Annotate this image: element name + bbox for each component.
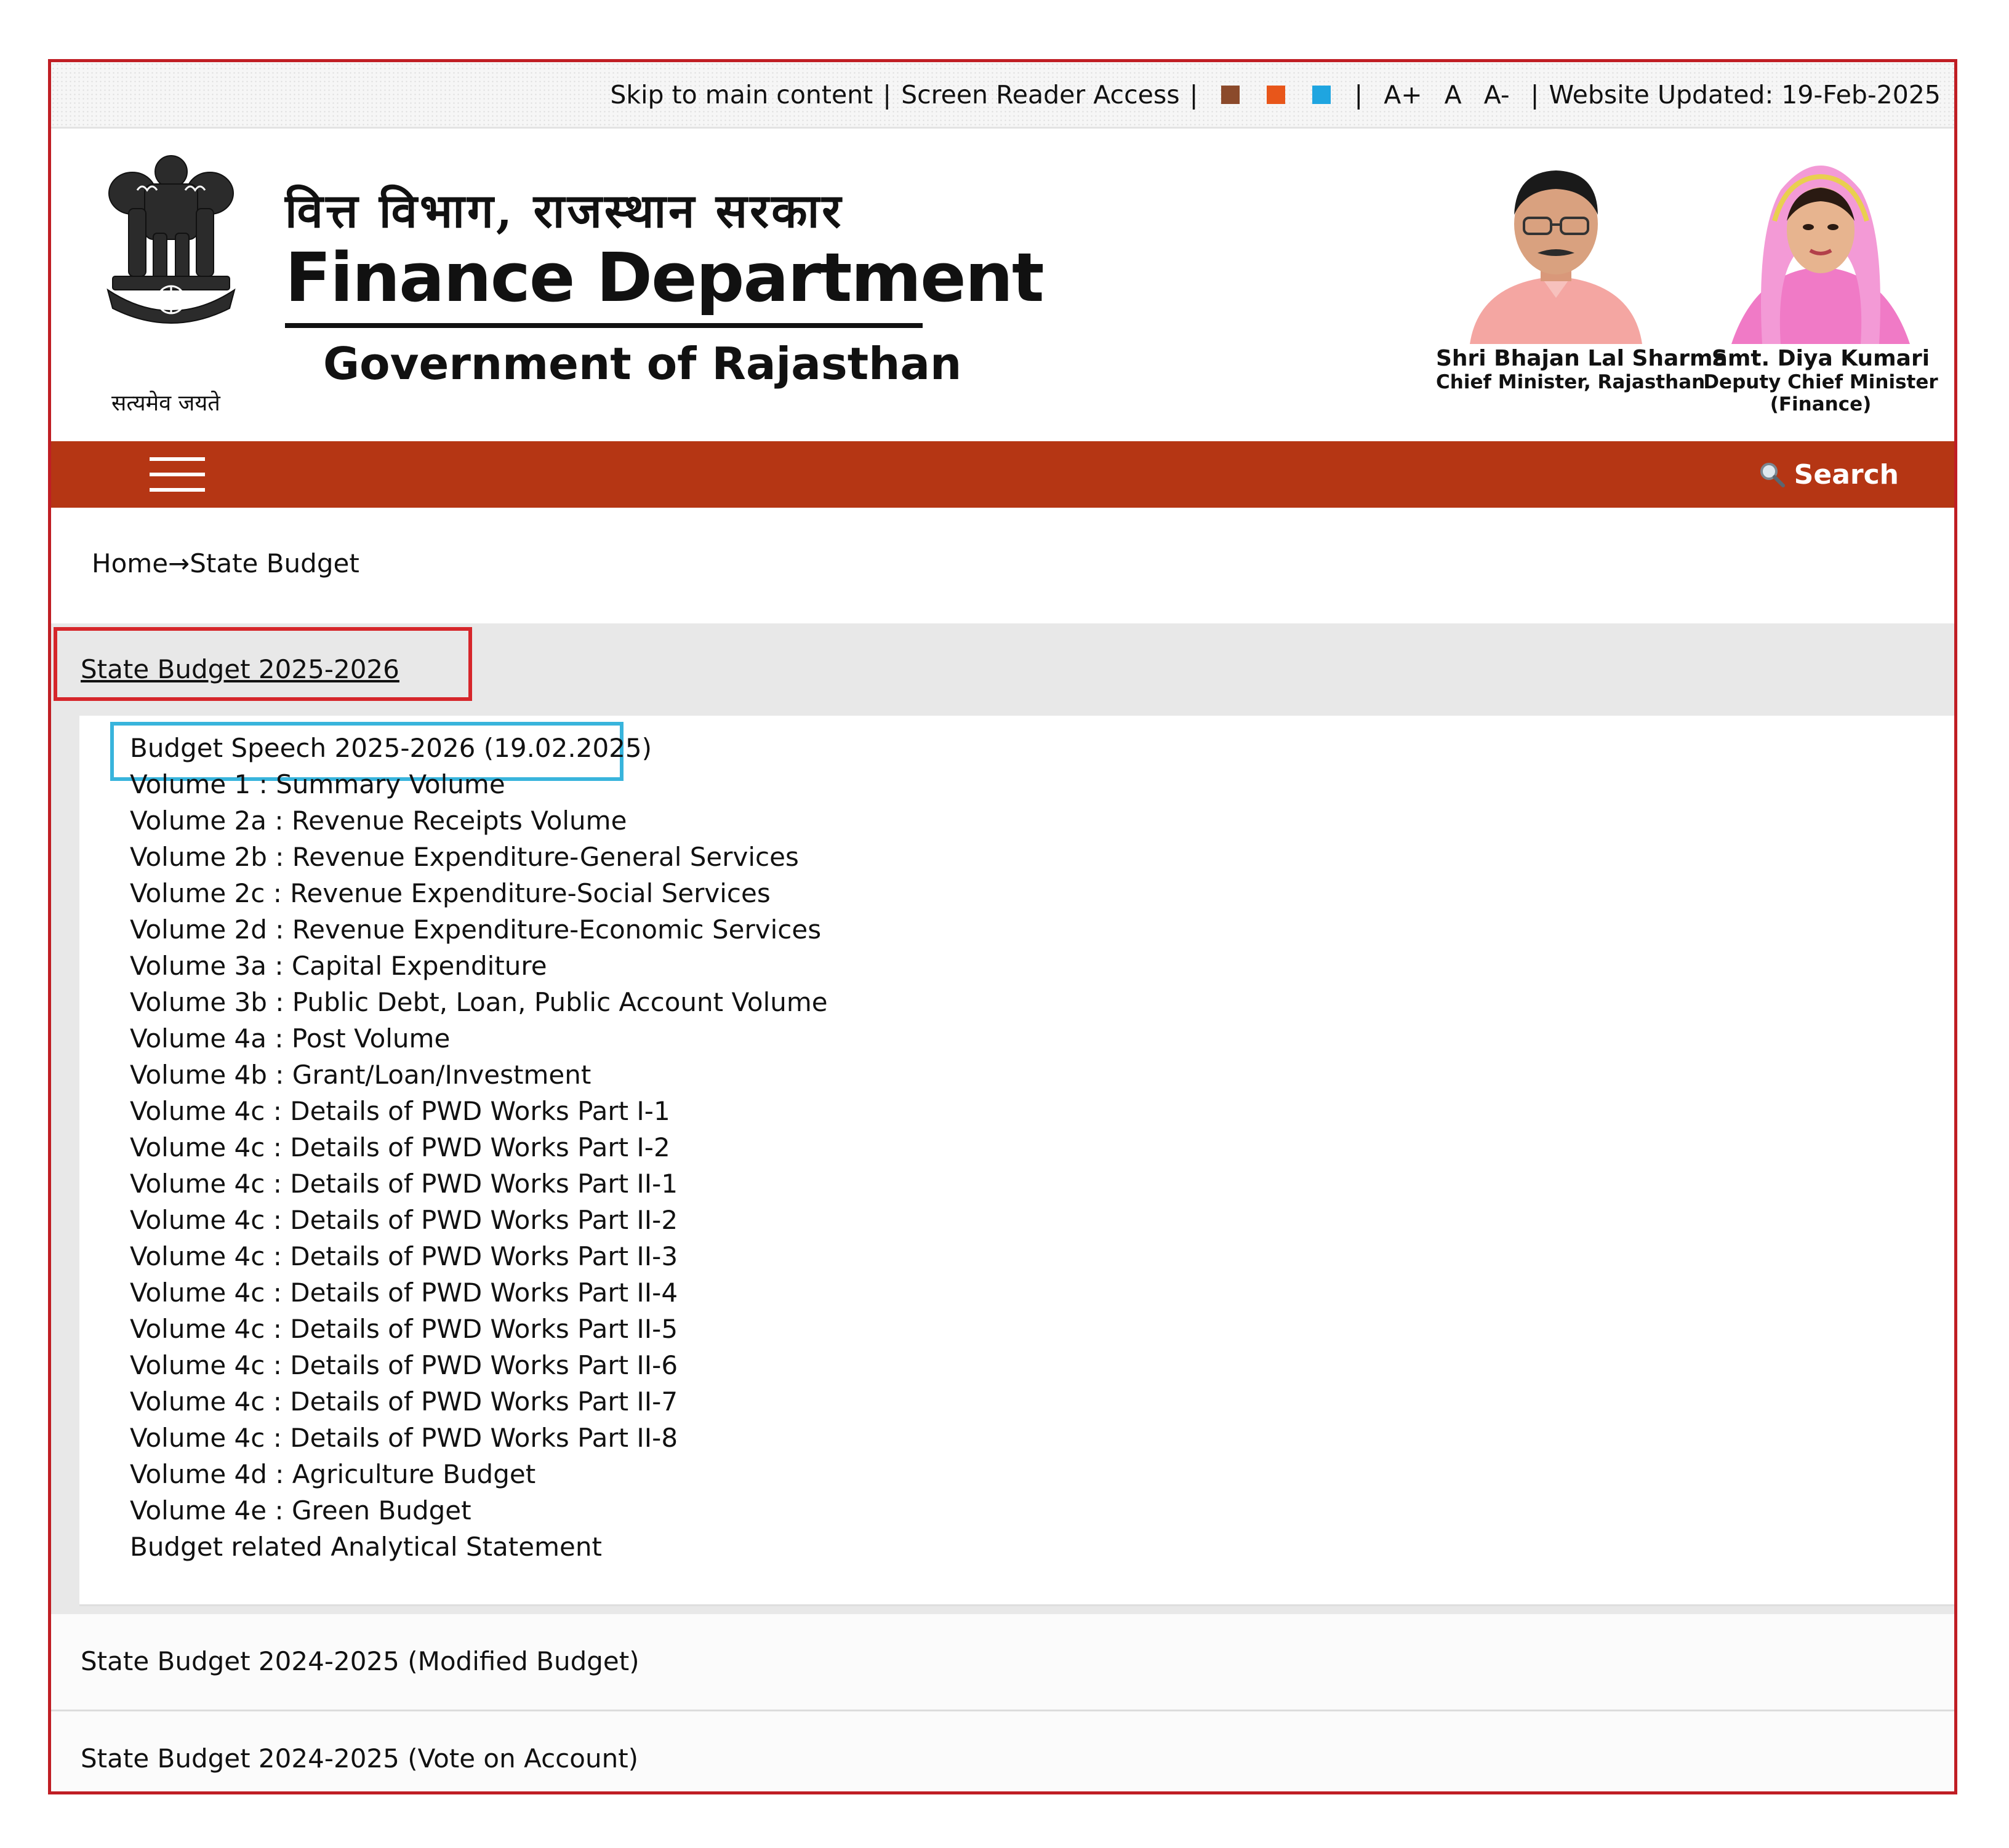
document-link[interactable]: Budget related Analytical Statement bbox=[130, 1532, 602, 1562]
national-emblem-icon bbox=[106, 155, 236, 324]
document-link[interactable]: Volume 4c : Details of PWD Works Part I-… bbox=[130, 1096, 670, 1126]
utility-bar: Skip to main content | Screen Reader Acc… bbox=[51, 62, 1954, 129]
document-link[interactable]: Budget Speech 2025-2026 (19.02.2025) bbox=[130, 733, 652, 763]
skip-to-main-link[interactable]: Skip to main content bbox=[610, 80, 873, 110]
accordion-header-state-budget-2025-2026[interactable]: State Budget 2025-2026 bbox=[51, 623, 1954, 716]
document-link[interactable]: Volume 4c : Details of PWD Works Part II… bbox=[130, 1169, 678, 1199]
leader-name: Smt. Diya Kumari bbox=[1711, 346, 1930, 371]
chief-minister-photo bbox=[1470, 170, 1642, 344]
theme-orange-swatch[interactable] bbox=[1267, 85, 1286, 104]
separator: | bbox=[883, 79, 892, 110]
site-header: सत्यमेव जयते वित्त विभाग, राजस्थान सरकार… bbox=[51, 129, 1954, 441]
accordion-header-state-budget-2024-2025-modified[interactable]: State Budget 2024-2025 (Modified Budget) bbox=[51, 1614, 1954, 1711]
accordion-header-label[interactable]: State Budget 2024-2025 (Modified Budget) bbox=[81, 1646, 640, 1676]
document-link[interactable]: Volume 4c : Details of PWD Works Part II… bbox=[130, 1314, 678, 1344]
document-link[interactable]: Volume 4e : Green Budget bbox=[130, 1495, 471, 1526]
search-button[interactable]: Search bbox=[1758, 455, 1899, 494]
document-link[interactable]: Volume 4d : Agriculture Budget bbox=[130, 1459, 535, 1489]
theme-brown-swatch[interactable] bbox=[1221, 85, 1240, 104]
page-frame: Skip to main content | Screen Reader Acc… bbox=[48, 59, 1957, 1794]
document-link[interactable]: Volume 4c : Details of PWD Works Part II… bbox=[130, 1241, 678, 1271]
chief-minister-card: Shri Bhajan Lal Sharma Chief Minister, R… bbox=[1436, 147, 1728, 393]
deputy-chief-minister-photo bbox=[1731, 166, 1910, 344]
document-link[interactable]: Volume 4c : Details of PWD Works Part II… bbox=[130, 1386, 678, 1417]
breadcrumb[interactable]: Home→State Budget bbox=[92, 548, 359, 578]
document-link[interactable]: Volume 4c : Details of PWD Works Part II… bbox=[130, 1423, 678, 1453]
document-link[interactable]: Volume 4c : Details of PWD Works Part II… bbox=[130, 1350, 678, 1380]
leader-designation: Chief Minister, Rajasthan bbox=[1436, 371, 1706, 393]
font-increase-button[interactable]: A+ bbox=[1384, 80, 1422, 110]
leader-name: Shri Bhajan Lal Sharma bbox=[1436, 346, 1728, 371]
document-link[interactable]: Volume 2b : Revenue Expenditure-General … bbox=[130, 842, 799, 872]
document-link[interactable]: Volume 4a : Post Volume bbox=[130, 1023, 450, 1054]
screen-reader-access-link[interactable]: Screen Reader Access bbox=[901, 80, 1179, 110]
document-list-panel: Budget Speech 2025-2026 (19.02.2025) Vol… bbox=[79, 716, 1954, 1606]
emblem-motto: सत्यमेव जयते bbox=[111, 391, 220, 416]
document-link[interactable]: Volume 4c : Details of PWD Works Part II… bbox=[130, 1278, 678, 1308]
document-link[interactable]: Volume 4c : Details of PWD Works Part II… bbox=[130, 1205, 678, 1235]
leader-designation: Deputy Chief Minister bbox=[1703, 371, 1938, 393]
hamburger-menu-icon[interactable] bbox=[150, 455, 205, 494]
website-updated-text: Website Updated: 19-Feb-2025 bbox=[1549, 79, 1941, 110]
document-link[interactable]: Volume 4c : Details of PWD Works Part I-… bbox=[130, 1132, 670, 1162]
title-divider bbox=[285, 323, 923, 328]
accordion-header-label[interactable]: State Budget 2024-2025 (Vote on Account) bbox=[81, 1743, 638, 1774]
separator: | bbox=[1189, 79, 1198, 110]
document-link[interactable]: Volume 2a : Revenue Receipts Volume bbox=[130, 806, 627, 836]
search-icon bbox=[1760, 463, 1785, 487]
search-label: Search bbox=[1794, 458, 1899, 490]
separator: | bbox=[1354, 79, 1363, 110]
hindi-title: वित्त विभाग, राजस्थान सरकार bbox=[285, 183, 844, 238]
accordion-header-label[interactable]: State Budget 2025-2026 bbox=[81, 654, 399, 684]
department-title: Finance Department bbox=[285, 238, 1045, 317]
document-link[interactable]: Volume 2d : Revenue Expenditure-Economic… bbox=[130, 914, 821, 945]
document-link[interactable]: Volume 4b : Grant/Loan/Investment bbox=[130, 1060, 591, 1090]
accordion-header-state-budget-2024-2025-vote-on-account[interactable]: State Budget 2024-2025 (Vote on Account) bbox=[51, 1711, 1954, 1791]
document-link[interactable]: Volume 3b : Public Debt, Loan, Public Ac… bbox=[130, 987, 828, 1017]
theme-blue-swatch[interactable] bbox=[1312, 85, 1331, 104]
font-normal-button[interactable]: A bbox=[1445, 80, 1462, 110]
separator: | bbox=[1530, 79, 1539, 110]
document-link[interactable]: Volume 1 : Summary Volume bbox=[130, 769, 505, 799]
font-decrease-button[interactable]: A- bbox=[1484, 80, 1510, 110]
government-subtitle: Government of Rajasthan bbox=[323, 338, 962, 390]
leader-designation-portfolio: (Finance) bbox=[1770, 393, 1872, 415]
document-link[interactable]: Volume 2c : Revenue Expenditure-Social S… bbox=[130, 878, 771, 908]
deputy-chief-minister-card: Smt. Diya Kumari Deputy Chief Minister (… bbox=[1701, 147, 1941, 415]
accordion-panel: Budget Speech 2025-2026 (19.02.2025) Vol… bbox=[51, 716, 1954, 1614]
main-nav-bar: Search bbox=[51, 441, 1954, 508]
document-link[interactable]: Volume 3a : Capital Expenditure bbox=[130, 951, 547, 981]
